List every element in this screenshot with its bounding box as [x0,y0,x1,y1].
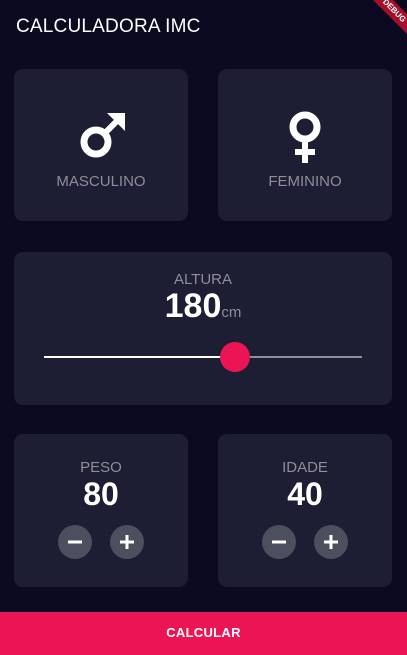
male-card[interactable]: MASCULINO [14,69,188,221]
minus-icon [68,540,82,544]
minus-icon [272,540,286,544]
age-value: 40 [287,476,323,512]
weight-value: 80 [83,476,119,512]
weight-card: PESO 80 [14,434,188,587]
plus-icon [324,535,338,549]
app-bar: CALCULADORA IMC [0,0,407,56]
height-unit: cm [221,304,242,321]
female-card[interactable]: FEMININO [218,69,392,221]
age-label: IDADE [282,459,328,476]
age-card: IDADE 40 [218,434,392,587]
height-label: ALTURA [173,271,233,288]
height-slider-thumb[interactable] [219,342,250,372]
mars-icon [80,113,125,158]
venus-icon [289,111,321,163]
calculate-button[interactable]: CALCULAR [0,612,407,655]
weight-increment-button[interactable] [110,525,144,559]
height-slider-active-track [44,356,235,358]
height-value-row: 180cm [14,287,392,326]
weight-decrement-button[interactable] [58,525,92,559]
age-increment-button[interactable] [314,525,348,559]
height-card: ALTURA 180cm [14,252,392,405]
male-label: MASCULINO [56,173,146,190]
plus-icon [120,535,134,549]
height-slider[interactable] [44,342,362,372]
female-label: FEMININO [268,173,342,190]
age-decrement-button[interactable] [262,525,296,559]
page-title: CALCULADORA IMC [16,16,201,37]
weight-label: PESO [80,459,122,476]
height-value: 180 [164,287,222,325]
